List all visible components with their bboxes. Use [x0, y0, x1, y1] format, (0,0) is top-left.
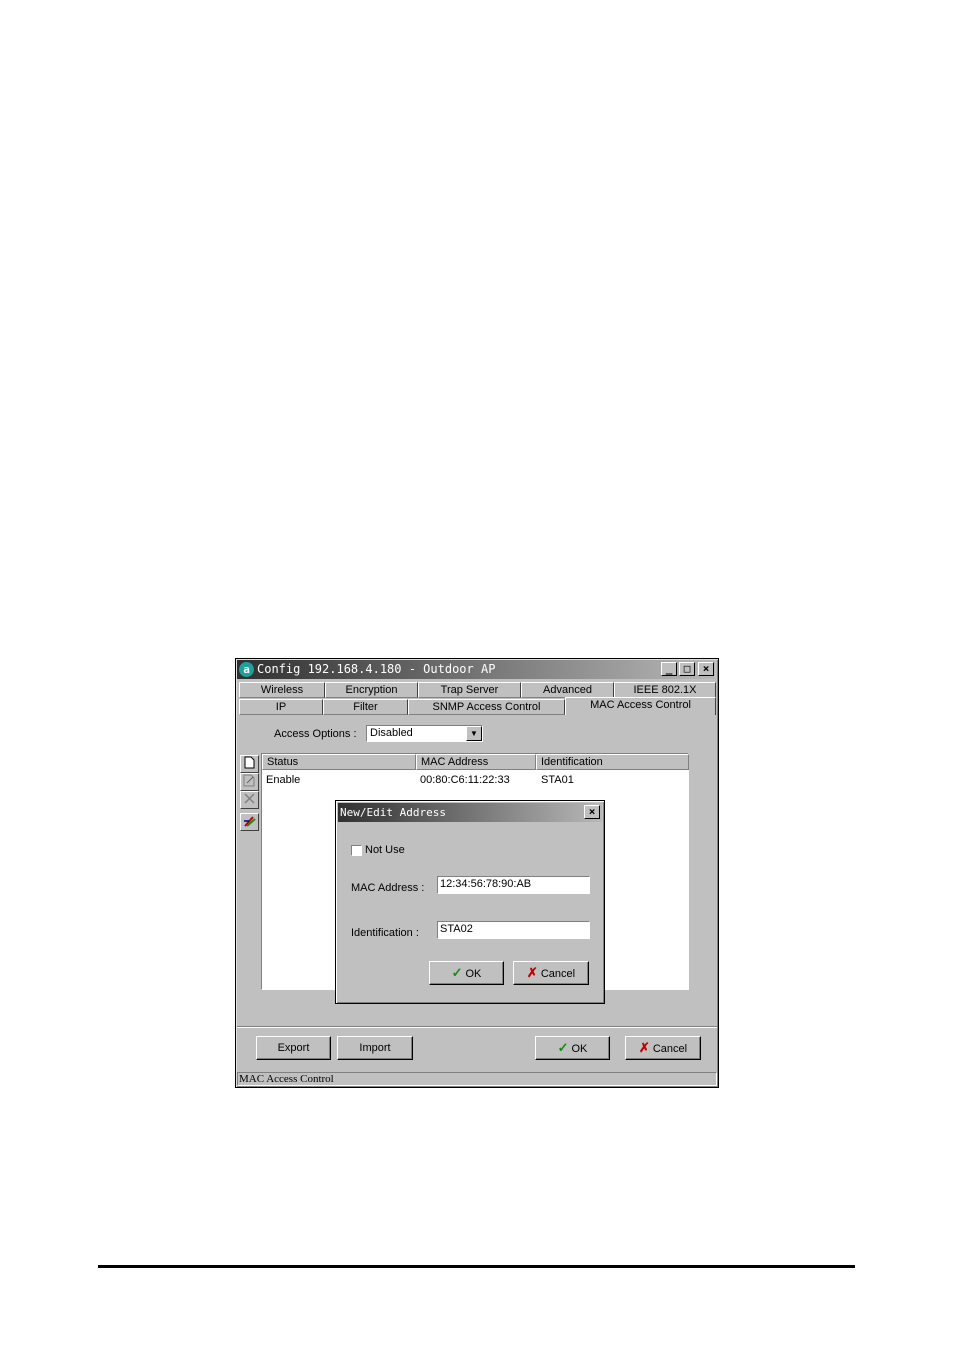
tab-wireless[interactable]: Wireless: [239, 682, 325, 698]
import-label: Import: [359, 1042, 391, 1054]
app-icon: a: [239, 662, 254, 677]
column-header-identification[interactable]: Identification: [536, 754, 689, 770]
edit-icon[interactable]: [240, 773, 259, 791]
delete-icon[interactable]: [240, 791, 259, 809]
window-title: Config 192.168.4.180 - Outdoor AP: [257, 662, 496, 676]
x-icon: ✗: [526, 965, 538, 980]
tab-snmp-access-control[interactable]: SNMP Access Control: [408, 699, 565, 715]
ok-label: OK: [571, 1043, 588, 1055]
tab-filter[interactable]: Filter: [323, 699, 408, 715]
dialog-cancel-label: Cancel: [540, 968, 576, 980]
cell-status: Enable: [266, 774, 301, 786]
not-use-label: Not Use: [365, 844, 405, 856]
dialog-cancel-button[interactable]: ✗ Cancel: [513, 961, 589, 985]
cancel-label: Cancel: [652, 1043, 688, 1055]
color-icon[interactable]: [240, 813, 259, 831]
divider: [237, 1026, 717, 1028]
minimize-icon[interactable]: _: [661, 662, 677, 676]
cell-mac-address: 00:80:C6:11:22:33: [420, 774, 510, 786]
status-bar: MAC Access Control: [237, 1072, 717, 1086]
window-titlebar[interactable]: a Config 192.168.4.180 - Outdoor AP _ □ …: [237, 660, 715, 679]
maximize-icon[interactable]: □: [679, 662, 695, 676]
export-label: Export: [277, 1042, 310, 1054]
check-icon: ✓: [451, 965, 463, 980]
export-button[interactable]: Export: [256, 1036, 331, 1060]
access-options-label: Access Options :: [274, 728, 357, 740]
tab-ip[interactable]: IP: [239, 699, 323, 715]
access-options-value: Disabled: [370, 727, 413, 739]
not-use-checkbox[interactable]: [351, 845, 362, 856]
column-header-mac-address[interactable]: MAC Address: [416, 754, 536, 770]
dialog-ok-label: OK: [465, 968, 482, 980]
new-edit-address-dialog: New/Edit Address × Not Use MAC Address :…: [335, 800, 605, 1004]
dialog-close-icon[interactable]: ×: [584, 805, 600, 819]
tab-ieee-8021x[interactable]: IEEE 802.1X: [614, 682, 716, 698]
close-icon[interactable]: ×: [698, 662, 714, 676]
ok-button[interactable]: ✓ OK: [535, 1036, 610, 1060]
tab-advanced[interactable]: Advanced: [521, 682, 614, 698]
mac-address-field[interactable]: 12:34:56:78:90:AB: [437, 876, 590, 894]
column-header-status[interactable]: Status: [262, 754, 416, 770]
new-icon[interactable]: [240, 755, 259, 773]
dialog-ok-button[interactable]: ✓ OK: [429, 961, 504, 985]
cancel-button[interactable]: ✗ Cancel: [625, 1036, 701, 1060]
check-icon: ✓: [557, 1040, 569, 1055]
dialog-titlebar[interactable]: New/Edit Address ×: [338, 803, 602, 822]
identification-field[interactable]: STA02: [437, 921, 590, 939]
chevron-down-icon[interactable]: ▼: [466, 726, 482, 741]
x-icon: ✗: [638, 1040, 650, 1055]
tab-mac-access-control[interactable]: MAC Access Control: [565, 697, 716, 715]
mac-address-label: MAC Address :: [351, 882, 425, 894]
dialog-title: New/Edit Address: [340, 806, 446, 819]
access-options-select[interactable]: Disabled ▼: [366, 725, 483, 742]
footer-rule: [98, 1265, 855, 1268]
cell-identification: STA01: [541, 774, 574, 786]
tab-trap-server[interactable]: Trap Server: [418, 682, 521, 698]
import-button[interactable]: Import: [337, 1036, 413, 1060]
identification-label: Identification :: [351, 927, 419, 939]
tab-encryption[interactable]: Encryption: [325, 682, 418, 698]
